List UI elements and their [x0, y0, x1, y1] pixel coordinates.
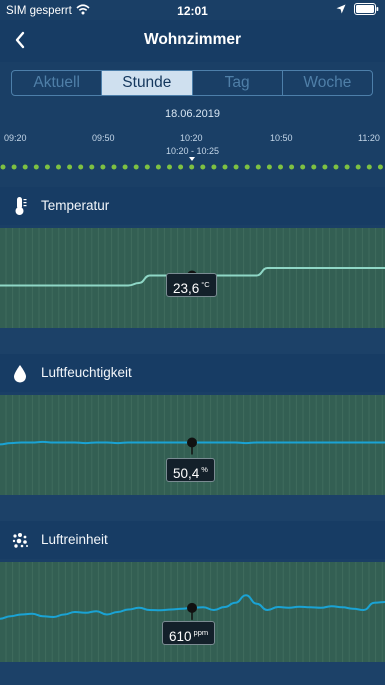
- tab-woche[interactable]: Woche: [283, 71, 372, 95]
- timeline-dot: [266, 164, 272, 170]
- status-bar: SIM gesperrt 12:01: [0, 0, 385, 20]
- timeline-tick-label: 11:20: [358, 133, 380, 143]
- battery-icon: [354, 3, 379, 18]
- timeline-dot: [289, 164, 295, 170]
- current-value: 23,6: [173, 281, 200, 296]
- timeline-dot: [344, 164, 350, 170]
- section-divider: [0, 328, 385, 354]
- status-right: [336, 3, 379, 18]
- current-value: 610: [169, 629, 192, 644]
- timeline-dot: [22, 164, 28, 170]
- timeline-dot: [355, 164, 361, 170]
- timeline-dot: [311, 164, 317, 170]
- value-tooltip: 23,6 °C: [166, 273, 217, 297]
- timeline-dot: [67, 164, 73, 170]
- timeline-dot: [155, 164, 161, 170]
- timeline-dot: [300, 164, 306, 170]
- timeline-dot: [133, 164, 139, 170]
- timeline-tick-label: 10:20: [180, 133, 203, 143]
- current-value: 50,4: [173, 466, 200, 481]
- chart-temperatur[interactable]: 23,6 °C: [0, 228, 385, 328]
- timeline-dot: [233, 164, 239, 170]
- tab-stunde[interactable]: Stunde: [102, 71, 193, 95]
- tab-aktuell[interactable]: Aktuell: [12, 71, 103, 95]
- timeline-scrubber[interactable]: [0, 161, 385, 173]
- timeline-dot: [255, 164, 261, 170]
- status-time: 12:01: [177, 4, 208, 18]
- section-divider: [0, 495, 385, 521]
- timeline-dot: [144, 164, 150, 170]
- period-segmented-control: Aktuell Stunde Tag Woche: [11, 70, 373, 96]
- value-marker: [187, 437, 197, 448]
- timeline-dot: [244, 164, 250, 170]
- timeline-dot: [178, 164, 184, 170]
- location-arrow-icon: [336, 4, 346, 17]
- timeline-dot: [56, 164, 61, 170]
- chart-luftreinheit[interactable]: 610 ppm: [0, 562, 385, 662]
- timeline-dot: [222, 164, 228, 170]
- timeline-dot: [333, 164, 339, 170]
- timeline-dot: [11, 164, 17, 170]
- timeline-dot: [377, 164, 383, 170]
- value-unit: %: [201, 465, 208, 474]
- timeline-dot: [189, 164, 195, 170]
- timeline-dot: [211, 164, 217, 170]
- value-tooltip: 610 ppm: [162, 621, 216, 645]
- bottom-spacer: [0, 662, 385, 685]
- section-header-temperatur: Temperatur: [0, 187, 385, 225]
- section-title: Luftfeuchtigkeit: [41, 365, 132, 380]
- timeline-dot: [167, 164, 172, 170]
- timeline-dot: [200, 164, 206, 170]
- thermometer-icon: [10, 195, 30, 217]
- chart-luftfeuchtigkeit[interactable]: 50,4%: [0, 395, 385, 495]
- air-quality-chart-canvas: [0, 562, 385, 662]
- nav-bar: Wohnzimmer: [0, 20, 385, 62]
- timeline-tick-label: 09:50: [92, 133, 115, 143]
- tab-tag[interactable]: Tag: [193, 71, 283, 95]
- section-header-luftfeuchtigkeit: Luftfeuchtigkeit: [0, 354, 385, 392]
- value-unit: °C: [201, 280, 210, 289]
- timeline-dot: [0, 164, 6, 170]
- particles-icon: [10, 529, 30, 551]
- timeline-dot: [33, 164, 39, 170]
- timeline-dot: [366, 164, 372, 170]
- value-unit: ppm: [193, 628, 209, 637]
- droplet-icon: [10, 362, 30, 384]
- timeline-dot: [89, 164, 95, 170]
- timeline-dot: [322, 164, 328, 170]
- timeline-dot: [122, 164, 128, 170]
- selected-date: 18.06.2019: [164, 108, 221, 120]
- timeline-tick-label: 10:50: [270, 133, 293, 143]
- timeline-tick-label: 09:20: [4, 133, 27, 143]
- value-marker: [187, 602, 197, 613]
- timeline-dot: [100, 164, 106, 170]
- page-title: Wohnzimmer: [143, 31, 242, 48]
- selected-time-range: 10:20 - 10:25: [165, 146, 220, 156]
- section-title: Temperatur: [41, 198, 110, 213]
- timeline-dot: [78, 164, 84, 170]
- section-header-luftreinheit: Luftreinheit: [0, 521, 385, 559]
- timeline-dot: [44, 164, 50, 170]
- section-title: Luftreinheit: [41, 532, 108, 547]
- timeline-dot: [111, 164, 117, 170]
- value-tooltip: 50,4%: [166, 458, 215, 482]
- timeline-dot: [278, 164, 283, 170]
